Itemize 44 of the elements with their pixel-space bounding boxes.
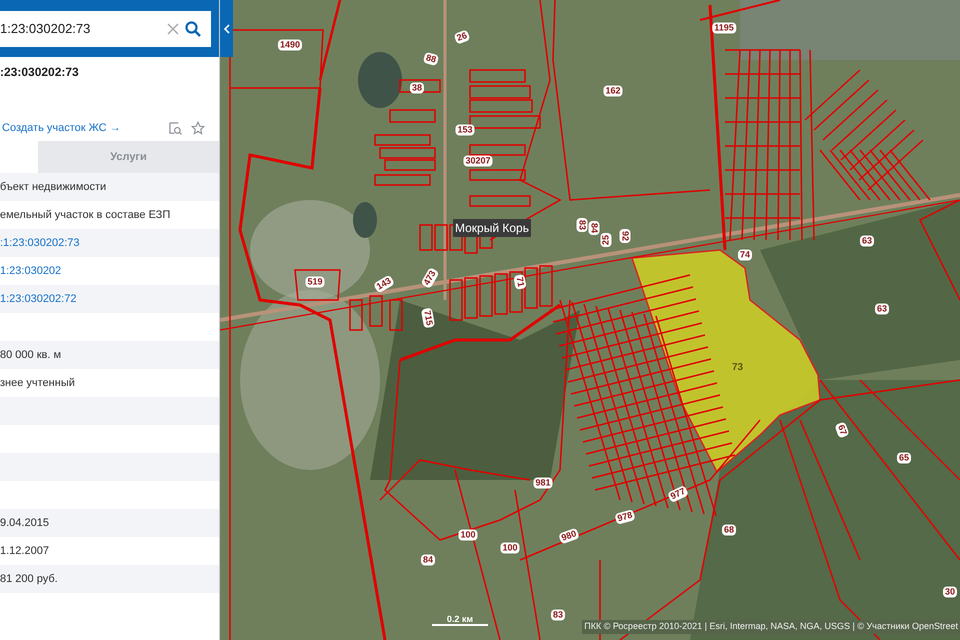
scale-bar [432, 624, 488, 626]
property-value: 80 000 кв. м [0, 348, 62, 363]
parcel-label: 162 [603, 86, 623, 96]
property-value: 81 200 руб. [0, 572, 58, 587]
parcel-label: 68 [722, 524, 736, 536]
search-icon [185, 20, 201, 36]
property-value: 1.12.2007 [0, 544, 49, 559]
selected-parcel-label: 73 [732, 361, 744, 375]
parcel-label: 519 [305, 276, 325, 288]
parcel-label: 100 [458, 530, 478, 540]
parcel-label: 153 [455, 124, 475, 136]
parcel-label: 83 [551, 610, 565, 620]
parcel-label: 1490 [278, 40, 302, 50]
chevron-left-icon [223, 24, 230, 34]
parcel-label: 63 [860, 236, 874, 246]
parcel-label: 30207 [463, 156, 493, 166]
object-title: :23:030202:73 [0, 64, 80, 81]
search-document-icon[interactable] [169, 122, 182, 134]
search-field[interactable]: 1:23:030202:73 [0, 10, 161, 46]
property-value: знее учтенный [0, 376, 75, 391]
property-value: бъект недвижимости [0, 180, 106, 195]
parcel-label: 74 [738, 250, 752, 260]
parcel-label: 981 [533, 478, 553, 488]
parcel-label: 38 [410, 82, 424, 94]
parcel-label: 30 [943, 586, 957, 598]
search-button[interactable] [185, 10, 211, 46]
parcel-label: 1195 [712, 22, 736, 34]
property-link[interactable]: 1:23:030202:72 [0, 290, 76, 308]
parcel-label: 84 [421, 554, 435, 566]
scale-label: 0.2 км [446, 614, 474, 624]
property-value: 9.04.2015 [0, 516, 49, 531]
star-icon[interactable] [191, 121, 205, 135]
property-link[interactable]: 1:23:030202 [0, 262, 62, 280]
close-icon [167, 22, 179, 34]
map-attribution: ПКК © Росреестр 2010-2021 | Esri, Intermap, NASA, NGA, USGS | © Участники OpenStreet [582, 620, 960, 634]
parcel-label: 63 [875, 304, 889, 314]
panel-tab[interactable]: Услуги [38, 141, 219, 173]
create-parcel-link[interactable]: Создать участок ЖС → [2, 120, 169, 136]
property-value: емельный участок в составе ЕЗП [0, 208, 170, 223]
parcel-label: 65 [897, 452, 911, 464]
parcel-label: 100 [500, 542, 520, 554]
place-name: Мокрый Корь [453, 219, 531, 237]
collapse-panel-button[interactable] [220, 0, 233, 57]
property-link[interactable]: :1:23:030202:73 [0, 234, 80, 252]
